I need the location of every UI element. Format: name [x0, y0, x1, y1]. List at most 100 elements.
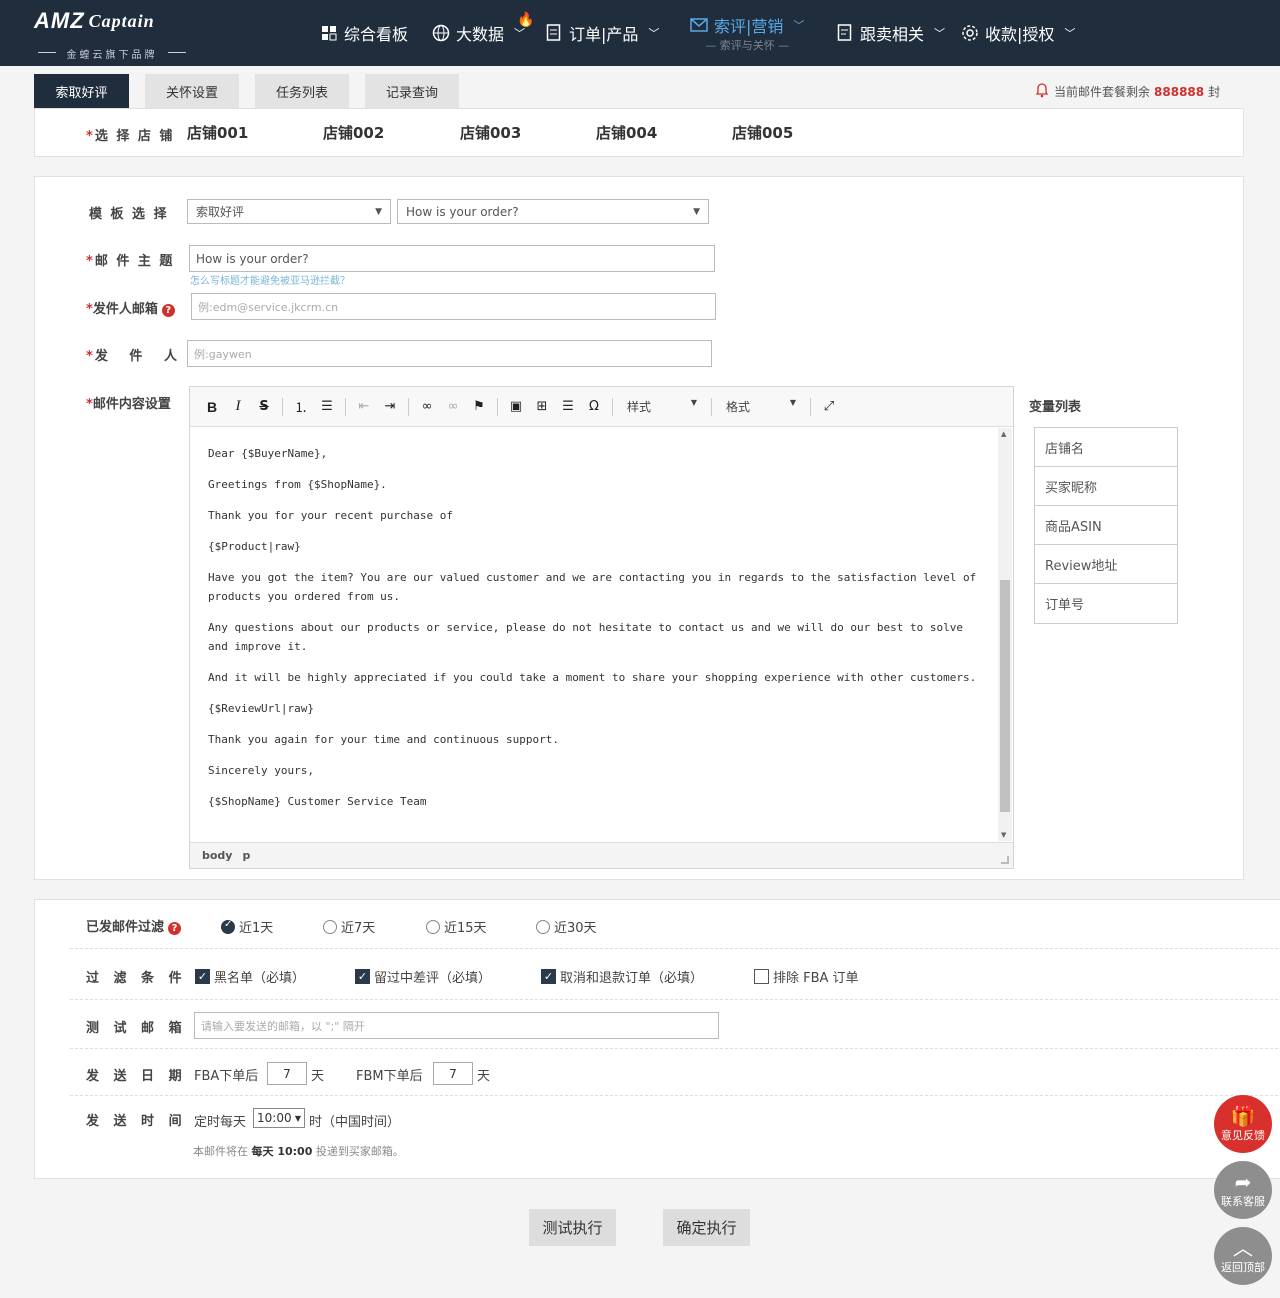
- style-dropdown[interactable]: 样式 ▼: [623, 398, 701, 415]
- variable-item[interactable]: 商品ASIN: [1035, 506, 1177, 545]
- radio-30-days[interactable]: 近30天: [536, 917, 597, 936]
- template-sub-select[interactable]: How is your order? ▼: [397, 199, 709, 224]
- checkbox-negative-review[interactable]: ✓ 留过中差评（必填）: [355, 967, 491, 986]
- gear-icon: [961, 24, 979, 42]
- variable-item[interactable]: 店铺名: [1035, 428, 1177, 467]
- italic-button[interactable]: I: [230, 398, 246, 416]
- content-line: Sincerely yours,: [208, 764, 314, 777]
- image-icon[interactable]: ▣: [508, 398, 524, 416]
- indent-icon[interactable]: ⇥: [382, 398, 398, 416]
- shop-option[interactable]: 店铺002: [323, 122, 384, 143]
- link-icon[interactable]: ∞: [419, 398, 435, 416]
- test-email-input[interactable]: 请输入要发送的邮箱，以 ";" 隔开: [194, 1012, 719, 1039]
- back-to-top-label: 返回顶部: [1221, 1261, 1265, 1274]
- fbm-days-input[interactable]: 7: [433, 1062, 473, 1085]
- tab-task-list[interactable]: 任务列表: [255, 74, 349, 108]
- scroll-up-icon[interactable]: ▲: [1001, 430, 1006, 438]
- time-select-value: 10:00: [257, 1111, 292, 1125]
- editor-content[interactable]: Dear {$BuyerName}, Greetings from {$Shop…: [190, 428, 996, 841]
- nav-dashboard[interactable]: 综合看板: [320, 0, 408, 66]
- feedback-button[interactable]: 🎁 意见反馈: [1214, 1095, 1272, 1153]
- tab-record-query[interactable]: 记录查询: [365, 74, 459, 108]
- shop-option[interactable]: 店铺001: [187, 122, 248, 143]
- template-select[interactable]: 索取好评 ▼: [187, 199, 391, 224]
- shop-option[interactable]: 店铺005: [732, 122, 793, 143]
- radio-7-days[interactable]: 近7天: [323, 917, 375, 936]
- confirm-run-button[interactable]: 确定执行: [663, 1209, 750, 1246]
- nav-follow-sell[interactable]: 跟卖相关 ﹀: [836, 0, 945, 66]
- table-icon[interactable]: ⊞: [534, 398, 550, 416]
- format-dropdown[interactable]: 格式 ▼: [722, 398, 800, 415]
- anchor-flag-icon[interactable]: ⚑: [471, 398, 487, 416]
- shop-option[interactable]: 店铺003: [460, 122, 521, 143]
- toolbar-separator: [408, 397, 409, 416]
- subject-hint-link[interactable]: 怎么写标题才能避免被亚马逊拦截？: [190, 272, 350, 287]
- rich-text-editor: B I S ⒈ ☰ ⇤ ⇥ ∞ ∞ ⚑ ▣ ⊞ ☰ Ω 样式 ▼ 格式 ▼ ⤢ De…: [189, 386, 1014, 869]
- editor-scrollbar[interactable]: ▲ ▼: [998, 428, 1012, 841]
- shop-option[interactable]: 店铺004: [596, 122, 657, 143]
- checkbox-blacklist[interactable]: ✓ 黑名单（必填）: [195, 967, 305, 986]
- note-time: 每天 10:00: [251, 1145, 313, 1158]
- logo[interactable]: AMZ Captain 金蝗云旗下品牌: [34, 8, 194, 62]
- outdent-icon[interactable]: ⇤: [356, 398, 372, 416]
- numbered-list-icon[interactable]: ⒈: [293, 398, 309, 416]
- row-divider: [70, 1048, 1278, 1049]
- test-run-button[interactable]: 测试执行: [529, 1209, 616, 1246]
- content-line: Any questions about our products or serv…: [208, 621, 963, 653]
- content-line: {$Product|raw}: [208, 540, 301, 553]
- caret-down-icon: ▼: [690, 398, 697, 407]
- strikethrough-button[interactable]: S: [256, 398, 272, 416]
- checkbox-checked-icon: ✓: [195, 969, 210, 984]
- nav-bigdata[interactable]: 大数据 ﹀: [432, 0, 525, 66]
- nav-review-marketing[interactable]: 索评|营销 ﹀ — 索评与关怀 —: [690, 0, 804, 66]
- unlink-icon[interactable]: ∞: [445, 398, 461, 416]
- chevron-down-icon: ﹀: [648, 27, 660, 40]
- logo-captain: Captain: [88, 10, 155, 31]
- path-p[interactable]: p: [242, 849, 250, 862]
- tab-care-settings[interactable]: 关怀设置: [145, 74, 239, 108]
- nav-orders[interactable]: 订单|产品 ﹀: [545, 0, 659, 66]
- horizontal-rule-icon[interactable]: ☰: [560, 398, 576, 416]
- variable-item[interactable]: 买家昵称: [1035, 467, 1177, 506]
- content-line: Dear {$BuyerName},: [208, 447, 328, 460]
- send-date-label: 发 送 日 期: [86, 1069, 187, 1084]
- path-body[interactable]: body: [202, 849, 232, 862]
- sender-input[interactable]: 例:gaywen: [187, 340, 712, 367]
- bullet-list-icon[interactable]: ☰: [319, 398, 335, 416]
- sender-email-input[interactable]: 例:edm@service.jkcrm.cn: [191, 293, 716, 320]
- conditions-label: 过 滤 条 件: [86, 971, 187, 986]
- quota-count: 888888: [1154, 84, 1205, 99]
- help-icon[interactable]: ?: [161, 304, 175, 317]
- fire-icon: 🔥: [517, 12, 535, 28]
- scrollbar-thumb[interactable]: [1000, 580, 1010, 812]
- nav-bigdata-label: 大数据: [456, 25, 505, 44]
- bold-button[interactable]: B: [204, 398, 220, 416]
- nav-payment[interactable]: 收款|授权 ﹀: [961, 0, 1075, 66]
- content-line: Thank you for your recent purchase of: [208, 509, 454, 522]
- scroll-down-icon[interactable]: ▼: [1001, 831, 1006, 839]
- subject-input[interactable]: How is your order?: [189, 245, 715, 272]
- help-icon[interactable]: ?: [168, 922, 182, 935]
- special-char-icon[interactable]: Ω: [586, 398, 602, 416]
- contact-service-button[interactable]: ➦ 联系客服: [1214, 1161, 1272, 1219]
- resize-grip-icon[interactable]: [1001, 856, 1009, 864]
- template-select-value: 索取好评: [196, 205, 245, 219]
- variable-item[interactable]: 订单号: [1035, 584, 1177, 623]
- checkbox-exclude-fba[interactable]: 排除 FBA 订单: [754, 967, 859, 986]
- checkbox-cancel-refund[interactable]: ✓ 取消和退款订单（必填）: [541, 967, 703, 986]
- row-divider: [70, 1095, 1278, 1096]
- row-divider: [70, 948, 1278, 949]
- radio-1-day[interactable]: 近1天: [221, 917, 273, 936]
- fba-days-input[interactable]: 7: [267, 1062, 307, 1085]
- radio-checked-icon: [221, 919, 235, 934]
- back-to-top-button[interactable]: ︿ 返回顶部: [1214, 1227, 1272, 1285]
- variable-list-title: 变量列表: [1029, 400, 1082, 415]
- tab-request-review[interactable]: 索取好评: [34, 74, 129, 108]
- variable-item[interactable]: Review地址: [1035, 545, 1177, 584]
- top-nav: AMZ Captain 金蝗云旗下品牌 综合看板 大数据 ﹀ 🔥 订单|产品 ﹀ …: [0, 0, 1280, 66]
- bell-icon: [1034, 82, 1050, 101]
- radio-15-days[interactable]: 近15天: [426, 917, 487, 936]
- maximize-icon[interactable]: ⤢: [821, 398, 837, 416]
- fba-prefix: FBA下单后: [194, 1069, 259, 1084]
- time-select[interactable]: 10:00 ▼: [253, 1108, 305, 1128]
